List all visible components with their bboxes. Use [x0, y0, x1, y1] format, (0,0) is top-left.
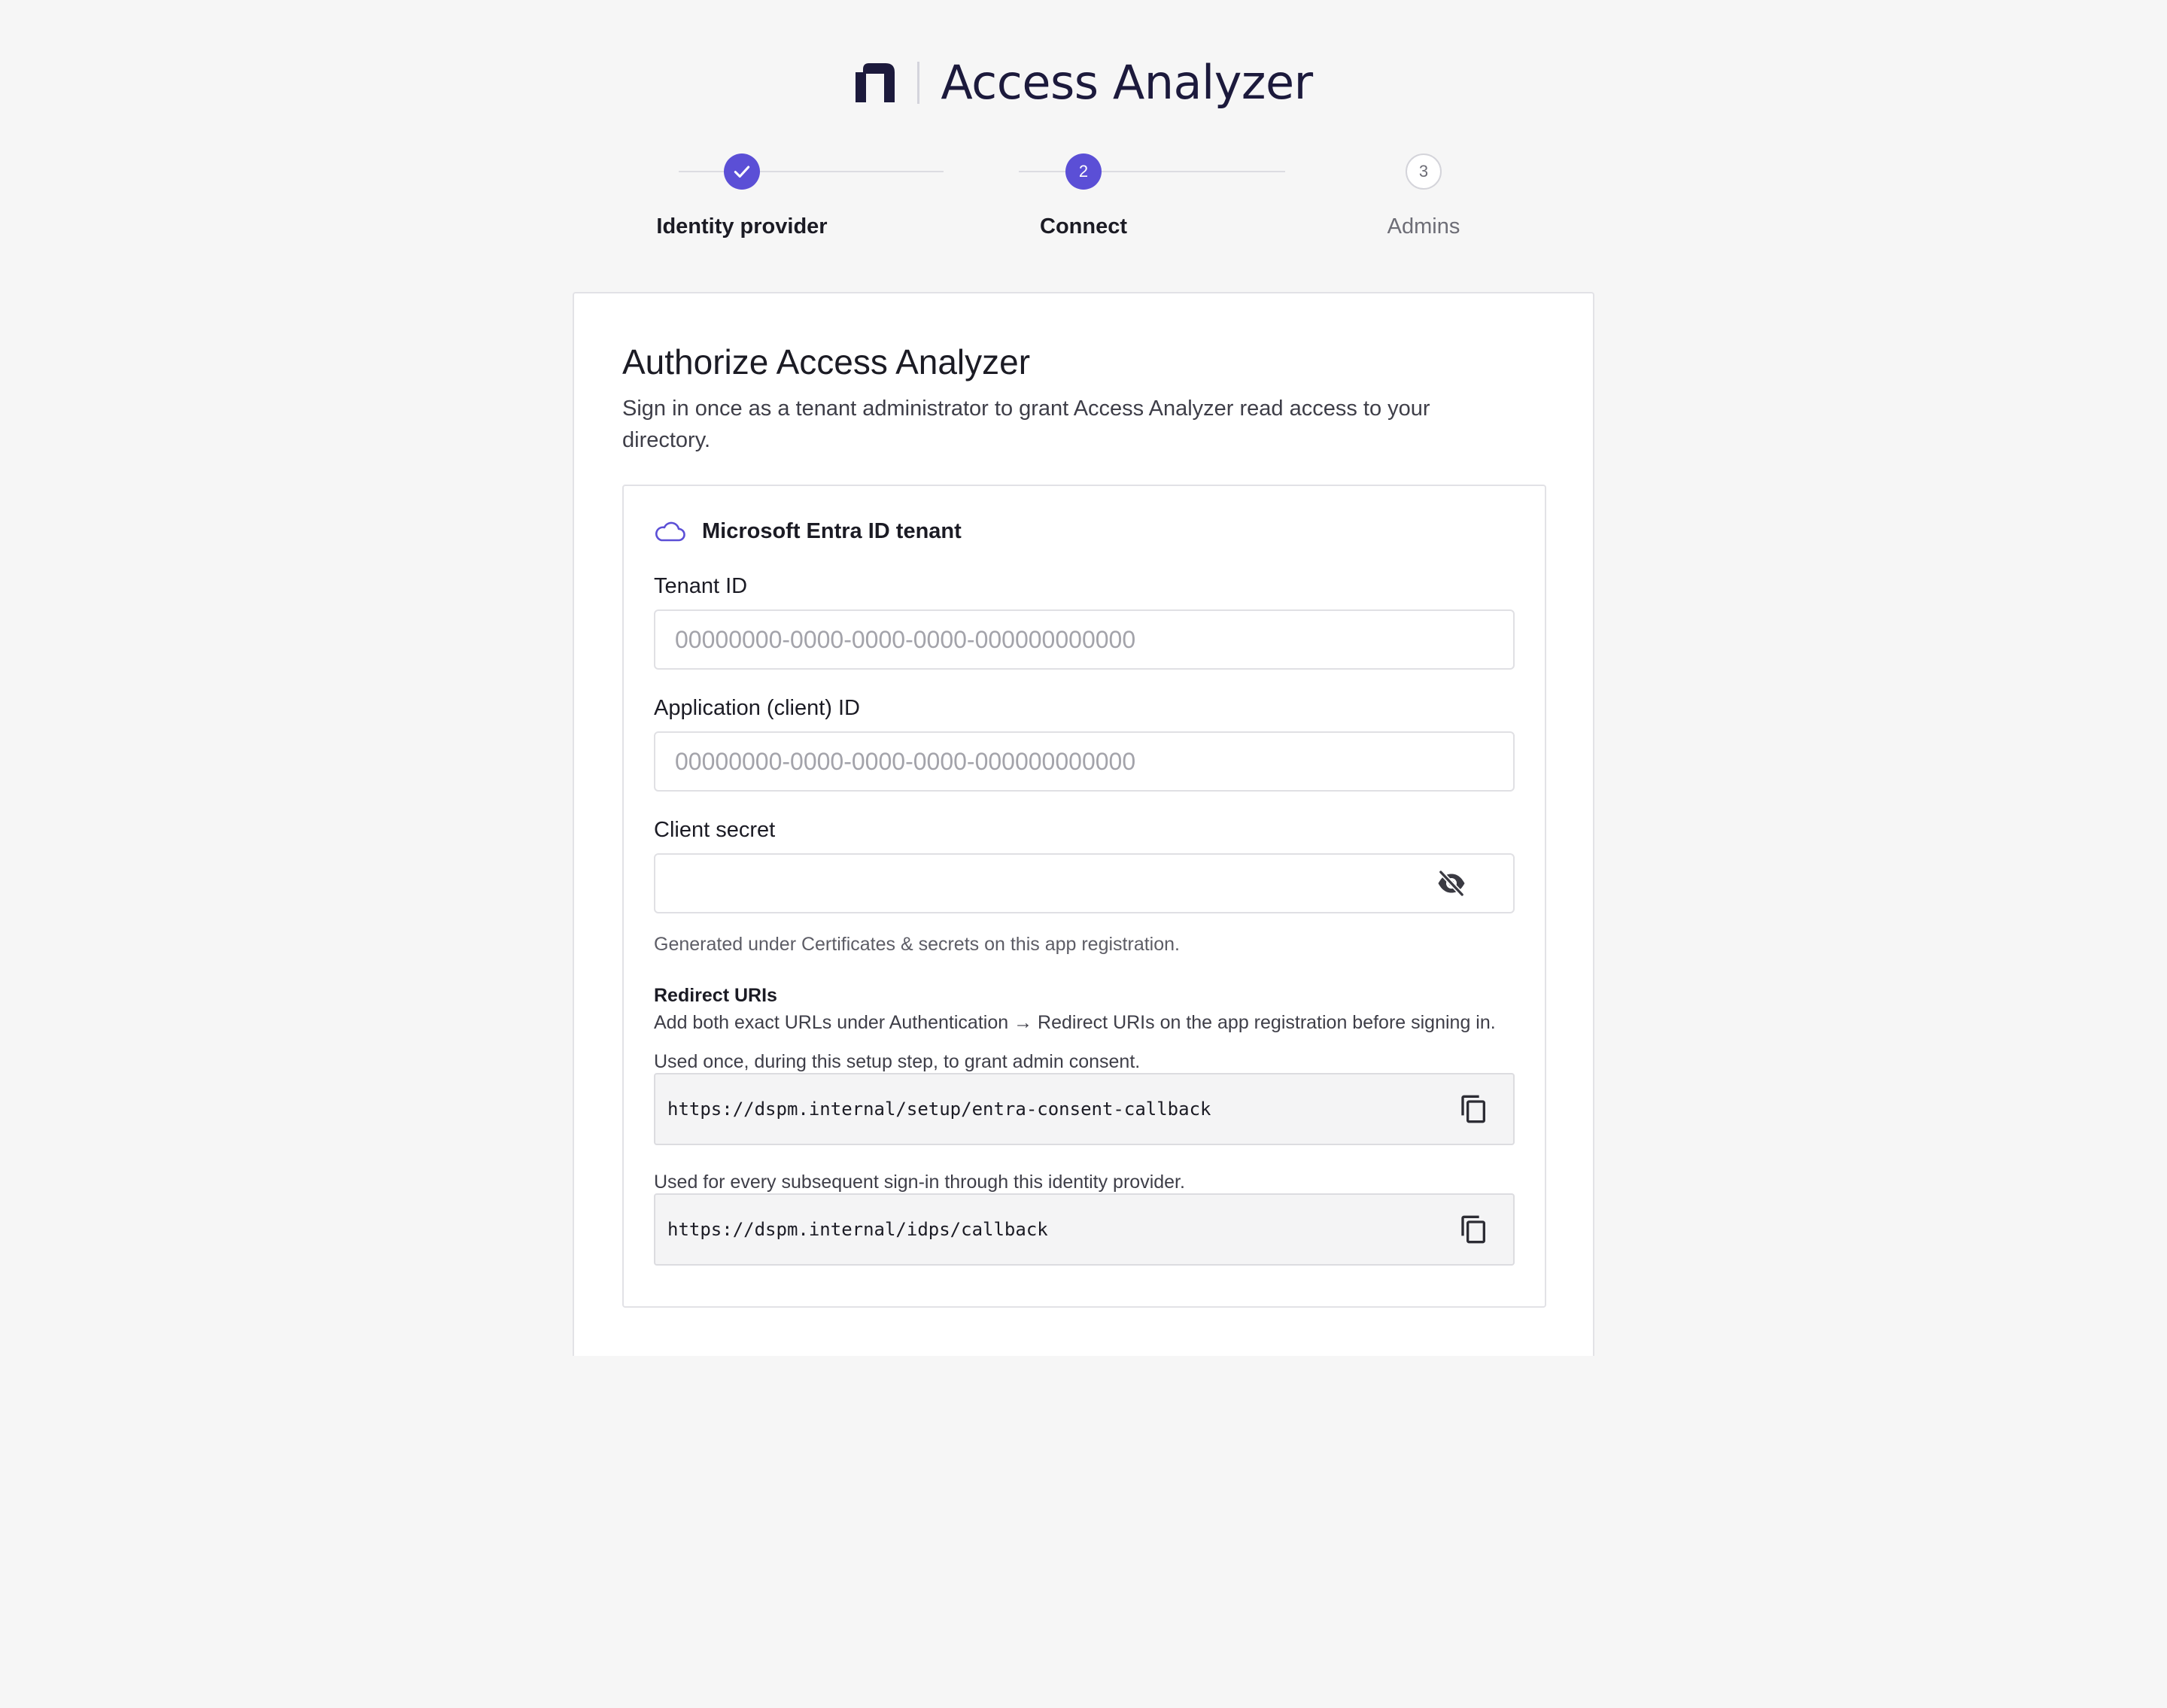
consent-uri-caption: Used once, during this setup step, to gr… — [654, 1051, 1141, 1072]
client-secret-input[interactable] — [654, 853, 1515, 913]
app-title: Access Analyzer — [941, 55, 1313, 110]
step-complete-indicator — [724, 153, 760, 190]
copy-consent-uri-button[interactable] — [1456, 1091, 1492, 1127]
copy-icon — [1461, 1215, 1485, 1244]
cloud-icon — [655, 521, 685, 541]
step-number-indicator: 2 — [1065, 153, 1102, 190]
tenant-id-input[interactable] — [654, 609, 1515, 670]
copy-icon — [1461, 1095, 1485, 1123]
step-identity-provider: Identity provider — [629, 150, 855, 239]
toggle-secret-visibility-button[interactable] — [1421, 859, 1482, 907]
step-label-connect: Connect — [1040, 214, 1127, 239]
copy-signin-uri-button[interactable] — [1456, 1211, 1492, 1248]
n-logo-icon — [856, 63, 895, 102]
setup-stepper: Identity provider 2 Connect 3 Admins — [641, 150, 1535, 248]
client-secret-label: Client secret — [654, 818, 776, 842]
brand-lockup: Access Analyzer — [854, 55, 1313, 110]
signin-uri-caption: Used for every subsequent sign-in throug… — [654, 1172, 1185, 1193]
checkmark-icon — [734, 166, 750, 178]
consent-callback-uri-field: https://dspm.internal/setup/entra-consen… — [654, 1073, 1515, 1145]
eye-off-icon — [1438, 869, 1465, 898]
signin-callback-uri-field: https://dspm.internal/idps/callback — [654, 1193, 1515, 1266]
card-title: Authorize Access Analyzer — [622, 342, 1031, 381]
brand-header: Access Analyzer — [0, 56, 2167, 110]
panel-header: Microsoft Entra ID tenant — [654, 519, 962, 544]
step-number-indicator: 3 — [1406, 153, 1442, 190]
redirect-uris-heading: Redirect URIs — [654, 985, 777, 1006]
step-admins: 3 Admins — [1311, 150, 1536, 239]
consent-callback-uri: https://dspm.internal/setup/entra-consen… — [667, 1099, 1211, 1120]
signin-callback-uri: https://dspm.internal/idps/callback — [667, 1219, 1048, 1240]
redirect-uris-description: Add both exact URLs under Authentication… — [654, 1012, 1496, 1033]
client-secret-helper: Generated under Certificates & secrets o… — [654, 934, 1180, 955]
entra-tenant-panel: Microsoft Entra ID tenant Tenant ID Appl… — [622, 485, 1546, 1308]
authorize-card: Authorize Access Analyzer Sign in once a… — [573, 292, 1594, 1356]
client-id-input[interactable] — [654, 731, 1515, 792]
client-id-label: Application (client) ID — [654, 696, 860, 720]
step-label-admins: Admins — [1387, 214, 1460, 239]
step-label-identity-provider: Identity provider — [656, 214, 828, 239]
tenant-id-label: Tenant ID — [654, 574, 748, 598]
step-connect: 2 Connect — [971, 150, 1196, 239]
panel-title: Microsoft Entra ID tenant — [702, 519, 962, 543]
brand-divider — [917, 62, 920, 104]
card-description: Sign in once as a tenant administrator t… — [622, 397, 1430, 452]
